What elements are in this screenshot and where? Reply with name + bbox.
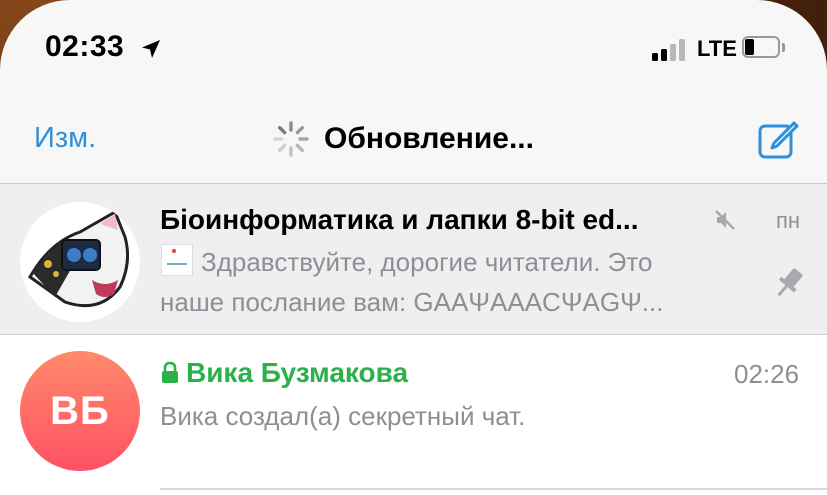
avatar — [20, 202, 140, 322]
lock-icon — [162, 361, 178, 383]
chat-time: 02:26 — [734, 359, 800, 389]
battery-icon — [742, 36, 786, 60]
status-bar: 02:33 LTE — [0, 0, 827, 95]
edit-button[interactable]: Изм. — [34, 122, 96, 155]
navigation-bar: Изм. Обновление... — [0, 95, 827, 183]
signal-icon — [652, 37, 692, 61]
compose-icon[interactable] — [757, 118, 799, 160]
cat-avatar-illustration — [28, 209, 130, 308]
chat-title: Біоинформатика и лапки 8-bit ed... — [160, 204, 639, 235]
chat-preview-line2: наше послание вам: GAAΨAAACΨAGΨ... — [160, 287, 664, 317]
chat-date: пн — [776, 208, 801, 233]
chat-preview-line1: Здравствуйте, дорогие читатели. Это — [201, 247, 653, 277]
message-thumbnail — [161, 244, 193, 276]
nav-title: Обновление... — [324, 122, 534, 155]
chat-row[interactable]: ВБ Вика Бузмакова 02:26 Вика создал(а) с… — [0, 335, 827, 495]
pin-icon — [777, 268, 803, 297]
telegram-chat-list-screen: 02:33 LTE Изм. Обновление... Біоинформат… — [0, 0, 827, 495]
spinner-icon — [273, 121, 309, 157]
chat-title: Вика Бузмакова — [186, 357, 409, 388]
status-time: 02:33 — [45, 30, 125, 63]
avatar: ВБ — [20, 351, 140, 471]
network-type: LTE — [697, 36, 737, 61]
chat-preview: Вика создал(а) секретный чат. — [160, 401, 526, 431]
row-divider — [160, 488, 827, 490]
mute-icon — [715, 210, 735, 230]
chat-row[interactable]: Біоинформатика и лапки 8-bit ed... пн Зд… — [0, 184, 827, 334]
location-arrow-icon — [142, 40, 160, 58]
